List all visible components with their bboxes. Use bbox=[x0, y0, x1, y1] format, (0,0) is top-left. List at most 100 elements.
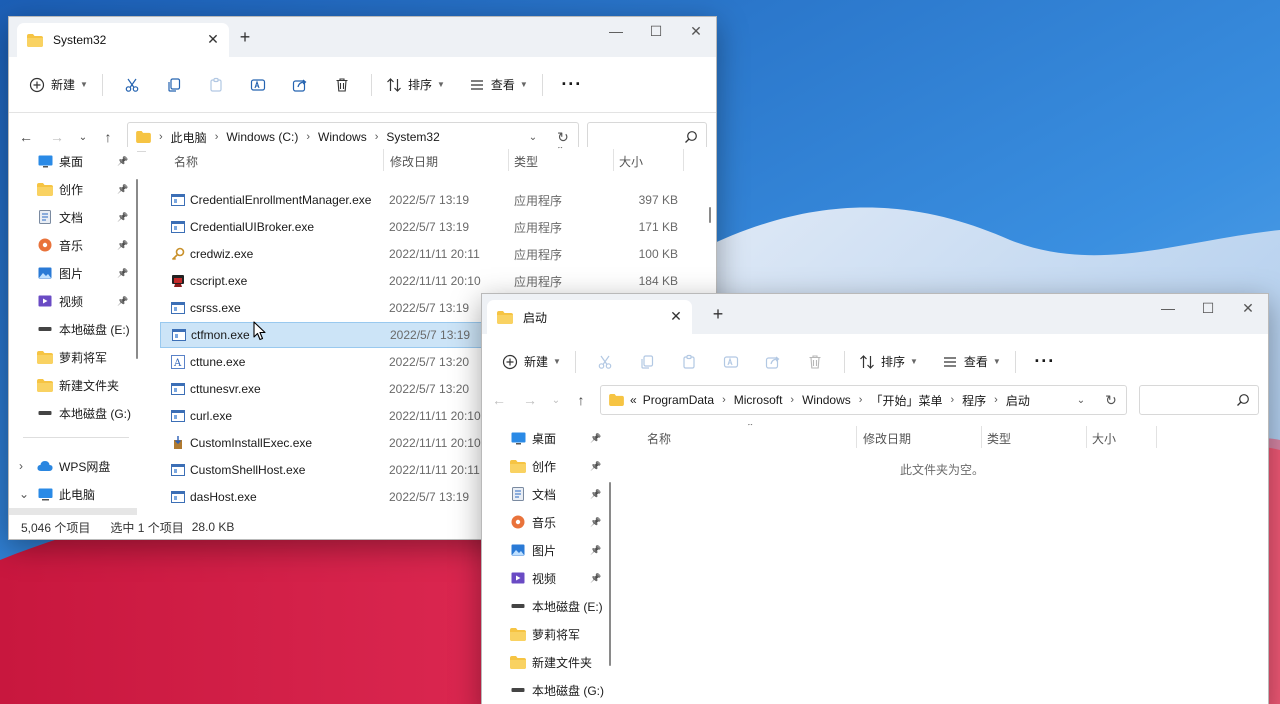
sidebar-item[interactable]: 本地磁盘 (G:) bbox=[9, 399, 137, 427]
minimize-icon[interactable]: — bbox=[1148, 294, 1188, 322]
address-dropdown-icon[interactable]: ⌄ bbox=[518, 132, 548, 143]
sidebar-item[interactable]: 视频 📌 bbox=[9, 287, 137, 315]
close-tab-icon[interactable]: ✕ bbox=[668, 308, 684, 325]
plus-circle-icon bbox=[502, 354, 518, 370]
recent-chevron-icon[interactable]: ⌄ bbox=[543, 386, 569, 414]
address-dropdown-icon[interactable]: ⌄ bbox=[1066, 395, 1096, 406]
breadcrumb-item[interactable]: 此电脑 bbox=[171, 129, 207, 146]
minimize-icon[interactable]: — bbox=[596, 17, 636, 45]
pin-icon: 📌 bbox=[117, 155, 129, 166]
folder-icon bbox=[37, 182, 53, 196]
back-arrow-icon[interactable]: ← bbox=[486, 386, 512, 414]
sidebar-item[interactable]: 视频 📌 bbox=[482, 564, 610, 592]
file-name: cttune.exe bbox=[190, 355, 246, 369]
breadcrumb-item[interactable]: 「开始」菜单 bbox=[870, 392, 942, 409]
column-header-type[interactable]: 类型 bbox=[514, 147, 538, 175]
new-button[interactable]: 新建 ▼ bbox=[23, 69, 94, 101]
column-header-size[interactable]: 大小 bbox=[619, 147, 643, 175]
sidebar-item[interactable]: 音乐 📌 bbox=[482, 508, 610, 536]
file-row[interactable]: credwiz.exe 2022/11/11 20:11 应用程序 100 KB bbox=[160, 241, 716, 267]
file-list-scrollbar[interactable] bbox=[709, 207, 711, 223]
breadcrumb-item[interactable]: ProgramData bbox=[643, 393, 714, 407]
refresh-icon[interactable]: ↻ bbox=[548, 129, 578, 146]
more-options-icon[interactable]: ··· bbox=[551, 69, 593, 101]
breadcrumb-item[interactable]: 程序 bbox=[962, 392, 986, 409]
sidebar-item[interactable]: 图片 📌 bbox=[482, 536, 610, 564]
file-row[interactable]: cscript.exe 2022/11/11 20:10 应用程序 184 KB bbox=[160, 268, 716, 294]
sidebar-item[interactable]: 创作 📌 bbox=[482, 452, 610, 480]
file-row[interactable]: CredentialEnrollmentManager.exe 2022/5/7 … bbox=[160, 187, 716, 213]
cut-icon[interactable] bbox=[111, 69, 153, 101]
view-button[interactable]: 查看 ▼ bbox=[463, 69, 534, 101]
sidebar-tree-item[interactable]: ⌄ 此电脑 bbox=[9, 480, 137, 508]
copy-icon[interactable] bbox=[153, 69, 195, 101]
chevron-right-icon[interactable]: › bbox=[19, 459, 37, 473]
maximize-icon[interactable]: ☐ bbox=[636, 17, 676, 45]
rename-icon[interactable] bbox=[710, 346, 752, 378]
column-header-modified[interactable]: 修改日期 bbox=[863, 424, 911, 452]
sidebar-item[interactable]: 图片 📌 bbox=[9, 259, 137, 287]
sidebar-item[interactable]: 文档 📌 bbox=[9, 203, 137, 231]
column-header-name[interactable]: 名称 bbox=[174, 147, 198, 175]
column-header-size[interactable]: 大小 bbox=[1092, 424, 1116, 452]
refresh-icon[interactable]: ↻ bbox=[1096, 392, 1126, 409]
close-window-icon[interactable]: ✕ bbox=[1228, 294, 1268, 322]
paste-icon[interactable] bbox=[668, 346, 710, 378]
cut-icon[interactable] bbox=[584, 346, 626, 378]
copy-icon[interactable] bbox=[626, 346, 668, 378]
delete-icon[interactable] bbox=[794, 346, 836, 378]
share-icon[interactable] bbox=[279, 69, 321, 101]
tab-system32[interactable]: System32 ✕ bbox=[17, 23, 229, 57]
sidebar-item[interactable]: 新建文件夹 bbox=[9, 371, 137, 399]
breadcrumb-overflow-icon[interactable]: « bbox=[630, 393, 637, 407]
sort-button[interactable]: 排序 ▼ bbox=[380, 69, 451, 101]
sidebar-item[interactable]: 萝莉将军 bbox=[482, 620, 610, 648]
sidebar-item[interactable]: 萝莉将军 bbox=[9, 343, 137, 371]
new-button[interactable]: 新建 ▼ bbox=[496, 346, 567, 378]
close-window-icon[interactable]: ✕ bbox=[676, 17, 716, 45]
breadcrumb-item[interactable]: Windows (C:) bbox=[226, 130, 298, 144]
share-icon[interactable] bbox=[752, 346, 794, 378]
sort-button[interactable]: 排序 ▼ bbox=[853, 346, 924, 378]
sidebar-scrollbar[interactable] bbox=[136, 179, 138, 359]
new-tab-icon[interactable]: + bbox=[235, 27, 255, 48]
sidebar-item[interactable]: 本地磁盘 (E:) bbox=[482, 592, 610, 620]
divider bbox=[23, 437, 129, 438]
maximize-icon[interactable]: ☐ bbox=[1188, 294, 1228, 322]
address-bar[interactable]: « ProgramData › Microsoft › Windows › 「开始」菜… bbox=[600, 385, 1127, 415]
sidebar-item[interactable]: 音乐 📌 bbox=[9, 231, 137, 259]
breadcrumb-item[interactable]: 启动 bbox=[1006, 392, 1030, 409]
search-box[interactable] bbox=[1139, 385, 1259, 415]
sidebar-item[interactable]: 桌面 📌 bbox=[9, 147, 137, 175]
breadcrumb-item[interactable]: System32 bbox=[386, 130, 439, 144]
rename-icon[interactable] bbox=[237, 69, 279, 101]
sidebar-item[interactable]: 文档 📌 bbox=[482, 480, 610, 508]
sidebar-tree-item[interactable]: › WPS网盘 bbox=[9, 452, 137, 480]
file-row[interactable]: CredentialUIBroker.exe 2022/5/7 13:19 应用程序… bbox=[160, 214, 716, 240]
column-header-name[interactable]: 名称 bbox=[647, 424, 671, 452]
sidebar-item[interactable]: 创作 📌 bbox=[9, 175, 137, 203]
close-tab-icon[interactable]: ✕ bbox=[205, 31, 221, 48]
sidebar-item[interactable]: 本地磁盘 (E:) bbox=[9, 315, 137, 343]
sidebar-scrollbar[interactable] bbox=[609, 482, 611, 666]
sidebar-item[interactable]: 桌面 📌 bbox=[482, 424, 610, 452]
view-icon bbox=[469, 77, 485, 93]
sort-label: 排序 bbox=[880, 355, 905, 369]
app-icon bbox=[171, 409, 185, 423]
breadcrumb-item[interactable]: Microsoft bbox=[734, 393, 783, 407]
up-arrow-icon[interactable]: ↑ bbox=[568, 386, 594, 414]
forward-arrow-icon[interactable]: → bbox=[517, 386, 543, 414]
sidebar-item[interactable]: 本地磁盘 (G:) bbox=[482, 676, 610, 704]
new-tab-icon[interactable]: + bbox=[708, 304, 728, 325]
view-button[interactable]: 查看 ▼ bbox=[936, 346, 1007, 378]
column-header-type[interactable]: 类型 bbox=[987, 424, 1011, 452]
column-header-modified[interactable]: 修改日期 bbox=[390, 147, 438, 175]
sidebar-item[interactable]: 新建文件夹 bbox=[482, 648, 610, 676]
paste-icon[interactable] bbox=[195, 69, 237, 101]
delete-icon[interactable] bbox=[321, 69, 363, 101]
breadcrumb-item[interactable]: Windows bbox=[318, 130, 367, 144]
chevron-down-icon[interactable]: ⌄ bbox=[19, 487, 37, 501]
breadcrumb-item[interactable]: Windows bbox=[802, 393, 851, 407]
tab-startup[interactable]: 启动 ✕ bbox=[487, 300, 692, 334]
more-options-icon[interactable]: ··· bbox=[1024, 346, 1066, 378]
